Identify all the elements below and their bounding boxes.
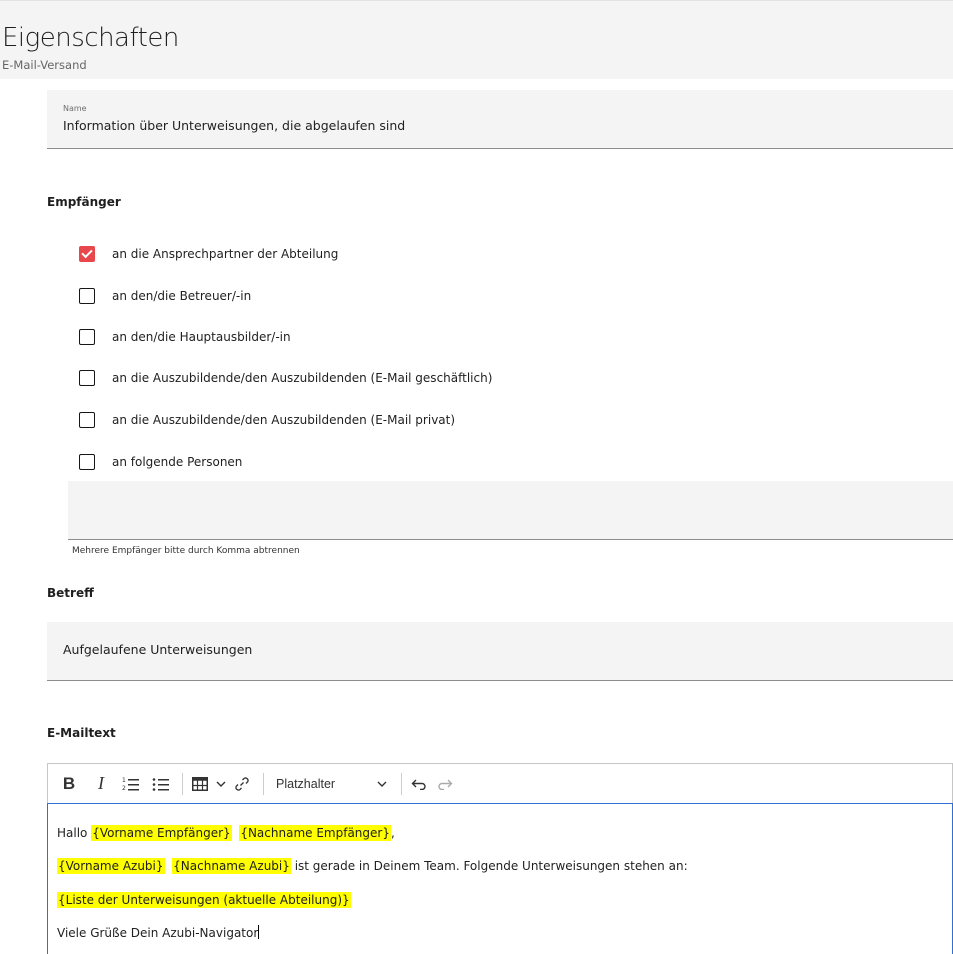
checkbox-checked[interactable] xyxy=(79,246,95,262)
recipient-option-department-contacts[interactable]: an die Ansprechpartner der Abteilung xyxy=(79,244,338,264)
subject-field[interactable]: Aufgelaufene Unterweisungen xyxy=(47,622,953,681)
redo-icon[interactable] xyxy=(434,771,456,797)
placeholder-token[interactable]: {Liste der Unterweisungen (aktuelle Abte… xyxy=(57,892,351,908)
name-field-value[interactable]: Information über Unterweisungen, die abg… xyxy=(63,118,405,133)
properties-header: Eigenschaften E-Mail-Versand xyxy=(0,0,953,79)
toolbar-divider xyxy=(401,772,402,795)
recipient-option-trainee-business-email[interactable]: an die Auszubildende/den Auszubildenden … xyxy=(79,368,492,388)
additional-recipients-input[interactable] xyxy=(68,481,953,540)
name-field-label: Name xyxy=(63,104,87,113)
chevron-down-icon[interactable] xyxy=(215,771,227,797)
recipient-option-label: an folgende Personen xyxy=(112,455,243,469)
page-title: Eigenschaften xyxy=(2,23,179,53)
recipient-option-label: an die Auszubildende/den Auszubildenden … xyxy=(112,371,493,385)
email-line: Viele Grüße Dein Azubi-Navigator xyxy=(57,923,260,943)
page-subtitle: E-Mail-Versand xyxy=(2,58,87,72)
recipient-option-label: an den/die Betreuer/-in xyxy=(112,289,252,303)
recipient-option-label: an die Auszubildende/den Auszubildenden … xyxy=(112,413,456,427)
toolbar-divider xyxy=(263,772,264,795)
recipient-option-trainee-private-email[interactable]: an die Auszubildende/den Auszubildenden … xyxy=(79,410,455,430)
checkbox[interactable] xyxy=(79,329,95,345)
placeholder-token[interactable]: {Nachname Azubi} xyxy=(172,858,291,874)
toolbar-divider xyxy=(182,772,183,795)
recipient-option-label: an die Ansprechpartner der Abteilung xyxy=(112,247,339,261)
placeholder-token[interactable]: {Nachname Empfänger} xyxy=(239,825,391,841)
placeholder-token[interactable]: {Vorname Empfänger} xyxy=(91,825,232,841)
subject-field-value[interactable]: Aufgelaufene Unterweisungen xyxy=(63,642,252,657)
recipient-option-supervisor[interactable]: an den/die Betreuer/-in xyxy=(79,286,251,306)
bold-icon[interactable]: B xyxy=(58,771,80,797)
name-field[interactable]: Name Information über Unterweisungen, di… xyxy=(47,90,953,149)
checkbox[interactable] xyxy=(79,370,95,386)
chevron-down-icon xyxy=(377,781,387,787)
svg-text:2: 2 xyxy=(122,785,126,792)
subject-heading: Betreff xyxy=(47,586,94,600)
email-text-segment: ist gerade in Deinem Team. Folgende Unte… xyxy=(290,859,688,873)
email-line: Hallo {Vorname Empfänger} {Nachname Empf… xyxy=(57,823,395,843)
undo-icon[interactable] xyxy=(408,771,430,797)
placeholder-dropdown[interactable]: Platzhalter xyxy=(270,777,395,791)
email-line: {Liste der Unterweisungen (aktuelle Abte… xyxy=(57,890,351,910)
italic-icon[interactable]: I xyxy=(90,771,112,797)
recipients-heading: Empfänger xyxy=(47,195,121,209)
recipient-option-label: an den/die Hauptausbilder/-in xyxy=(112,330,291,344)
placeholder-token[interactable]: {Vorname Azubi} xyxy=(57,858,165,874)
checkbox[interactable] xyxy=(79,412,95,428)
editor-toolbar: B I 12 Platzhalter xyxy=(47,763,953,803)
link-icon[interactable] xyxy=(231,771,253,797)
email-text-segment: Viele Grüße Dein Azubi-Navigator xyxy=(57,926,259,940)
email-text-segment: , xyxy=(390,826,395,840)
email-text-segment: Hallo xyxy=(57,826,92,840)
email-line: {Vorname Azubi} {Nachname Azubi} ist ger… xyxy=(57,856,688,876)
recipient-option-following-persons[interactable]: an folgende Personen xyxy=(79,452,242,472)
numbered-list-icon[interactable]: 12 xyxy=(120,771,142,797)
email-text-heading: E-Mailtext xyxy=(47,726,116,740)
placeholder-dropdown-label: Platzhalter xyxy=(276,776,336,791)
checkbox[interactable] xyxy=(79,288,95,304)
recipients-helper-text: Mehrere Empfänger bitte durch Komma abtr… xyxy=(72,546,300,556)
text-cursor xyxy=(258,925,260,939)
table-icon[interactable] xyxy=(189,771,211,797)
email-text-editor[interactable]: Hallo {Vorname Empfänger} {Nachname Empf… xyxy=(47,803,953,954)
recipient-option-head-trainer[interactable]: an den/die Hauptausbilder/-in xyxy=(79,327,291,347)
bullet-list-icon[interactable] xyxy=(150,771,172,797)
checkbox[interactable] xyxy=(79,454,95,470)
svg-text:1: 1 xyxy=(122,777,126,784)
